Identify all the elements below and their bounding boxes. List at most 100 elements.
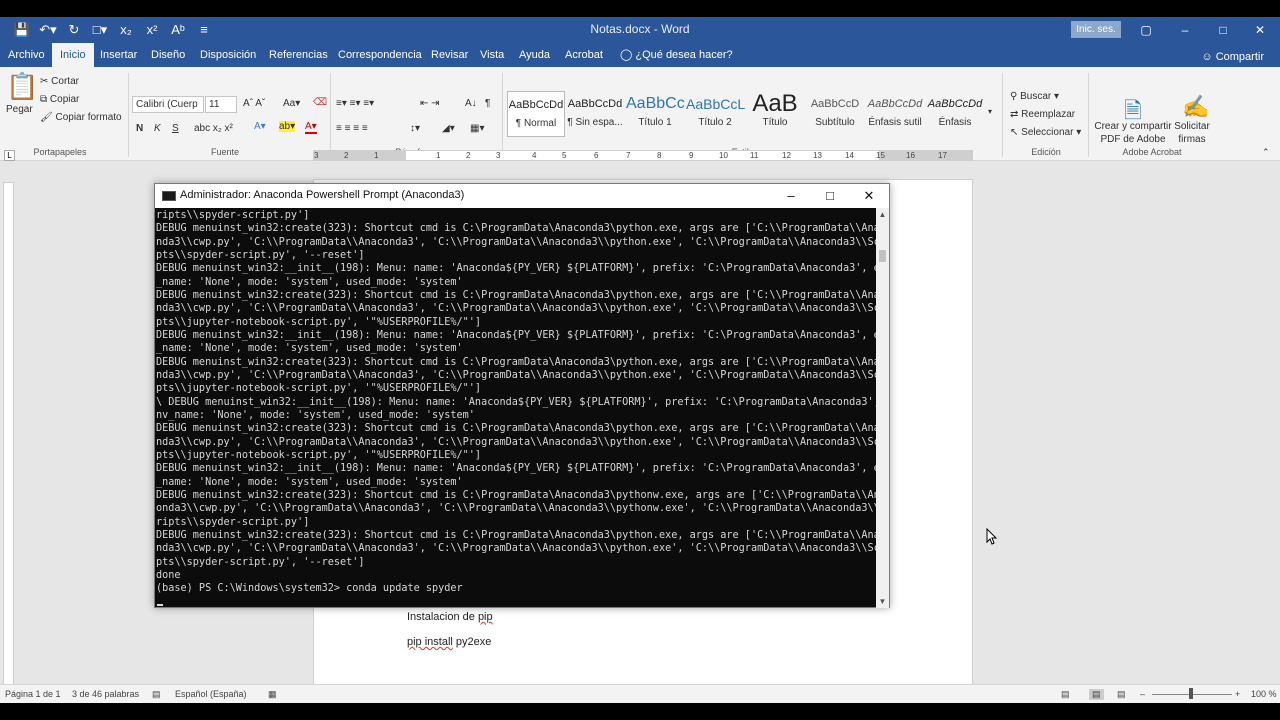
tab-acrobat[interactable]: Acrobat [557,43,611,67]
line-spacing-icon[interactable]: ↕▾ [410,123,420,134]
request-signatures-button[interactable]: Solicitar firmas [1170,120,1214,146]
ribbon-display-icon[interactable]: ▢ [1131,20,1161,40]
undo-icon[interactable]: ↶▾ [36,21,60,39]
close-icon[interactable]: ✕ [1245,20,1275,40]
tab-correspondencia[interactable]: Correspondencia [330,43,430,67]
pilcrow-icon[interactable]: ¶ [485,98,490,109]
align-left-icon[interactable]: ≡ ≡ ≡ ≡ [336,123,368,134]
font-style-icon[interactable]: Aᵇ [166,21,190,39]
paste-button[interactable]: Pegar [6,104,33,115]
macro-icon[interactable]: ▦ [268,689,277,700]
underline-button[interactable]: S [172,123,179,134]
terminal-scrollbar[interactable]: ▲ ▼ [876,208,889,608]
text-effects-icon[interactable]: A▾ [254,121,266,132]
style-heading-1[interactable]: AaBbCc Título 1 [626,91,685,137]
document-paragraph[interactable]: Instalacion de pip [407,611,493,623]
word-count[interactable]: 3 de 46 palabras [72,689,139,699]
style-no-spacing[interactable]: AaBbCcDd ¶ Sin espa... [566,91,624,137]
font-size-select[interactable]: 11 [205,96,237,113]
copy-button[interactable]: ⧉ Copiar [40,94,79,105]
style-normal[interactable]: AaBbCcDd ¶ Normal [507,91,565,137]
font-family-select[interactable]: Calibri (Cuerp [132,96,204,113]
format-painter-button[interactable]: 🖌 Copiar formato [40,112,122,123]
sign-icon[interactable]: ✍ [1182,94,1209,120]
tab-disposicion[interactable]: Disposición [192,43,264,67]
zoom-in-icon[interactable]: + [1235,689,1240,699]
indent-icon[interactable]: ⇤ ⇥ [420,98,440,109]
proofing-icon[interactable]: ▤ [152,689,161,700]
cut-button[interactable]: ✂ Cortar [40,76,79,87]
style-emphasis[interactable]: AaBbCcDd Énfasis [926,91,984,137]
paste-icon[interactable]: 📋 [6,71,38,102]
tell-me-box[interactable]: ◯ ¿Qué desea hacer? [612,43,741,67]
highlight-icon[interactable]: ab▾ [279,121,296,132]
web-layout-icon[interactable]: ▤ [1117,689,1126,700]
styles-more-icon[interactable]: ▾ [988,107,992,116]
minimize-icon[interactable]: – [772,184,810,208]
zoom-level[interactable]: 100 % [1251,689,1277,699]
print-layout-icon[interactable]: ▤ [1089,689,1104,700]
style-title[interactable]: AaB Título [746,91,804,137]
sort-icon[interactable]: A↓ [465,98,477,109]
change-case-icon[interactable]: Aa▾ [283,98,300,109]
terminal-window[interactable]: Administrador: Anaconda Powershell Promp… [154,183,890,608]
tab-vista[interactable]: Vista [472,43,512,67]
shading-icon[interactable]: ◢▾ [442,123,455,134]
tab-referencias[interactable]: Referencias [261,43,336,67]
zoom-slider-thumb[interactable] [1189,688,1193,699]
style-subtitle[interactable]: AaBbCcD Subtítulo [806,91,864,137]
ribbon-tabs: Archivo Inicio Insertar Diseño Disposici… [0,43,1280,67]
terminal-output[interactable]: ripts\\spyder-script.py'] DEBUG menuinst_… [156,209,876,607]
word-window: 💾 ↶▾ ↻ □▾ x₂ x² Aᵇ ≡ Notas.docx - Word I… [0,17,1280,703]
create-pdf-button[interactable]: Crear y compartir PDF de Adobe [1092,120,1174,146]
clear-format-icon[interactable]: ⌫ [313,97,327,108]
terminal-line: DEBUG menuinst_win32:create(323): Shortc… [156,356,876,368]
read-mode-icon[interactable]: ▤ [1061,689,1070,700]
redo-icon[interactable]: ↻ [62,21,86,39]
print-preview-icon[interactable]: □▾ [88,21,112,39]
bullets-icon[interactable]: ≡▾ ≡▾ ≡▾ [336,98,374,109]
style-subtle-emphasis[interactable]: AaBbCcDd Énfasis sutil [866,91,924,137]
scrollbar-thumb[interactable] [879,250,886,262]
strikethrough-icon[interactable]: abc x₂ x² [194,123,233,134]
maximize-icon[interactable]: □ [1208,20,1238,40]
document-paragraph[interactable]: pip install py2exe [407,636,491,648]
minimize-icon[interactable]: – [1170,20,1200,40]
scroll-down-icon[interactable]: ▼ [876,597,889,606]
italic-button[interactable]: K [154,123,161,134]
superscript-icon[interactable]: x² [140,21,164,39]
language[interactable]: Español (España) [175,689,247,699]
replace-button[interactable]: ⇄ Reemplazar [1010,109,1075,120]
maximize-icon[interactable]: □ [811,184,849,208]
borders-icon[interactable]: ▦▾ [470,123,484,134]
select-button[interactable]: ↖ Seleccionar ▾ [1010,127,1081,138]
screen: 💾 ↶▾ ↻ □▾ x₂ x² Aᵇ ≡ Notas.docx - Word I… [0,0,1280,720]
style-heading-2[interactable]: AaBbCcL Título 2 [686,91,745,137]
save-icon[interactable]: 💾 [10,21,34,39]
page-count[interactable]: Página 1 de 1 [5,689,61,699]
tab-inicio[interactable]: Inicio [52,43,94,67]
lightbulb-icon: ◯ [620,49,633,61]
customize-icon[interactable]: ≡ [192,21,216,39]
grow-font-icon[interactable]: Aˆ Aˇ [243,98,265,109]
tab-ayuda[interactable]: Ayuda [511,43,558,67]
subscript-icon[interactable]: x₂ [114,21,138,39]
ruler-number: 7 [626,151,631,160]
tab-archivo[interactable]: Archivo [0,43,53,67]
terminal-line: nda3\\cwp.py', 'C:\\ProgramData\\Anacond… [156,369,876,381]
terminal-line: ripts\\spyder-script.py'] [156,516,310,528]
font-color-icon[interactable]: A▾ [305,121,317,134]
close-icon[interactable]: ✕ [850,184,888,208]
bold-button[interactable]: N [136,123,143,134]
sign-in-button[interactable]: Inic. ses. [1071,21,1121,38]
tab-revisar[interactable]: Revisar [423,43,476,67]
ruler-number: 5 [562,151,567,160]
copy-icon: ⧉ [40,94,48,105]
scroll-up-icon[interactable]: ▲ [876,210,889,219]
zoom-out-icon[interactable]: – [1140,689,1145,699]
find-button[interactable]: ⚲ Buscar ▾ [1010,91,1059,102]
tab-insertar[interactable]: Insertar [92,43,145,67]
terminal-title-bar[interactable]: Administrador: Anaconda Powershell Promp… [155,184,889,208]
tab-diseno[interactable]: Diseño [143,43,193,67]
ruler-number: 1 [374,151,379,160]
